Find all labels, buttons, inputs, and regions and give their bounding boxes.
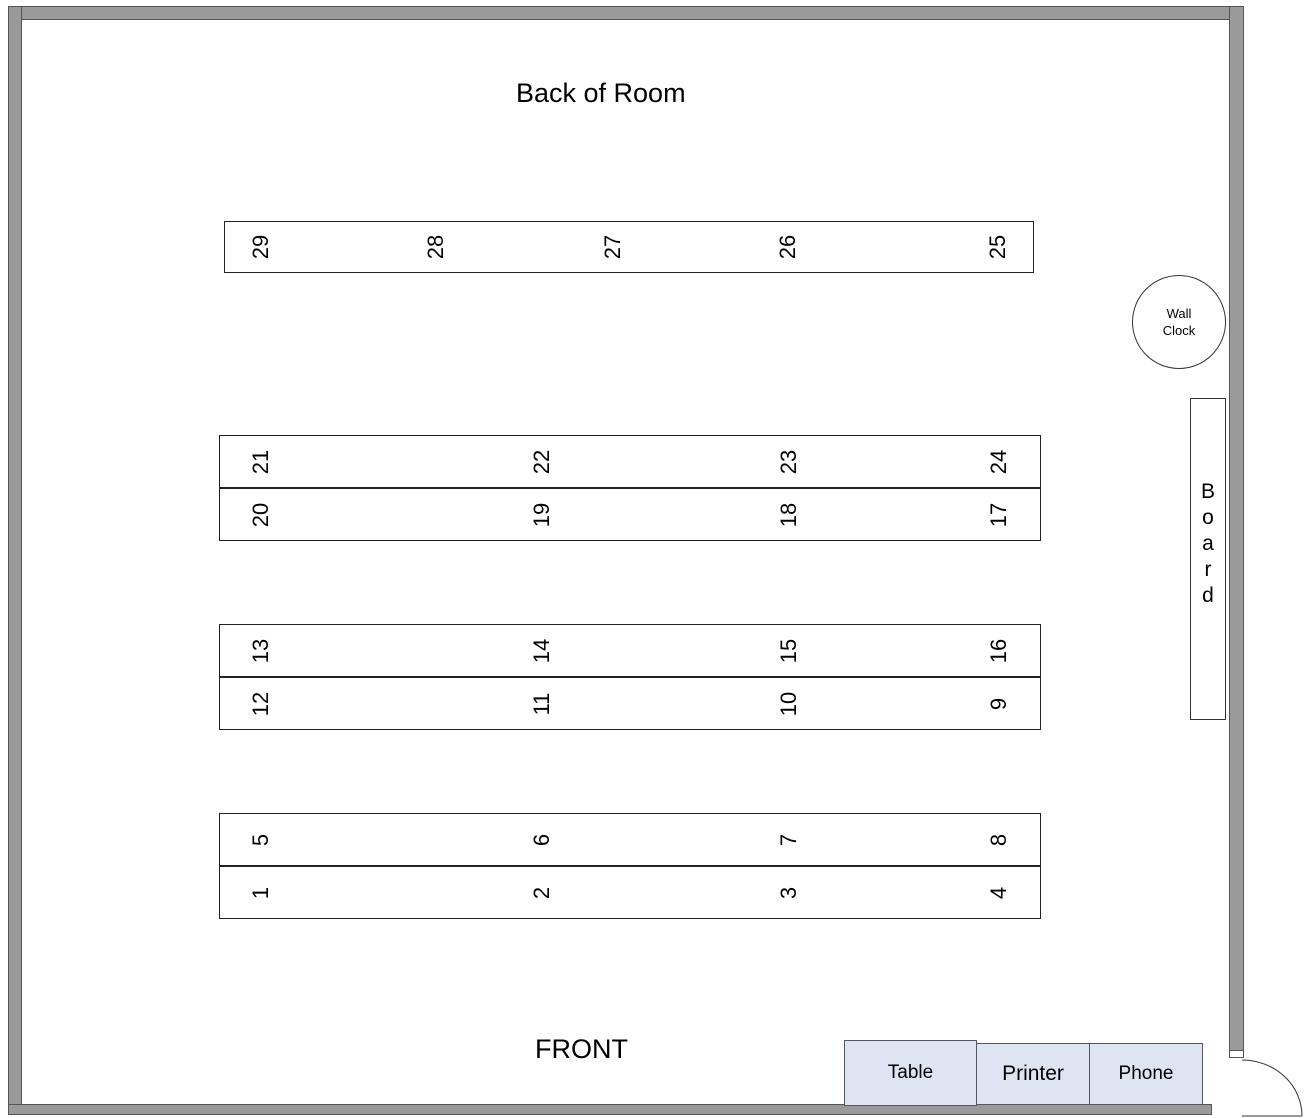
seat-14: 14 xyxy=(529,638,554,663)
seat-17: 17 xyxy=(986,502,1011,527)
table-row-1-back xyxy=(219,813,1041,866)
seat-10: 10 xyxy=(776,691,801,716)
seat-1: 1 xyxy=(248,886,273,899)
seat-20: 20 xyxy=(248,502,273,527)
seat-23: 23 xyxy=(776,449,801,474)
seat-6: 6 xyxy=(529,833,554,846)
board-label: B o a r d xyxy=(1200,480,1215,607)
board: B o a r d xyxy=(1190,398,1226,720)
seat-4: 4 xyxy=(986,886,1011,899)
seat-2: 2 xyxy=(529,886,554,899)
seat-16: 16 xyxy=(986,638,1011,663)
back-of-room-label: Back of Room xyxy=(516,78,686,108)
printer-furniture: Printer xyxy=(976,1043,1090,1105)
wall-right xyxy=(1229,6,1244,1056)
seat-8: 8 xyxy=(986,833,1011,846)
seat-22: 22 xyxy=(529,449,554,474)
wall-bottom xyxy=(8,1104,1212,1115)
seat-11: 11 xyxy=(529,692,554,715)
table-row-2-front xyxy=(219,677,1041,730)
seat-25: 25 xyxy=(985,234,1010,260)
front-label: FRONT xyxy=(535,1034,628,1064)
seat-9: 9 xyxy=(986,697,1011,710)
door-frame xyxy=(1229,1050,1244,1058)
seat-12: 12 xyxy=(248,691,273,716)
table-row-3-back xyxy=(219,435,1041,488)
wall-left xyxy=(8,6,22,1115)
wall-top xyxy=(8,6,1244,20)
seat-27: 27 xyxy=(600,234,625,260)
table-furniture: Table xyxy=(844,1040,977,1106)
seat-28: 28 xyxy=(423,234,448,260)
wall-clock: Wall Clock xyxy=(1132,275,1226,369)
seat-13: 13 xyxy=(248,638,273,663)
seat-29: 29 xyxy=(248,234,273,260)
seat-26: 26 xyxy=(775,234,800,260)
seat-21: 21 xyxy=(248,449,273,474)
door-swing-icon xyxy=(1241,1059,1303,1117)
seat-15: 15 xyxy=(776,638,801,663)
seat-19: 19 xyxy=(529,502,554,527)
table-row-1-front xyxy=(219,866,1041,919)
seat-18: 18 xyxy=(776,502,801,527)
seat-24: 24 xyxy=(986,449,1011,474)
table-row-2-back xyxy=(219,624,1041,677)
seat-7: 7 xyxy=(776,833,801,846)
table-row-3-front xyxy=(219,488,1041,541)
phone-furniture: Phone xyxy=(1089,1043,1203,1105)
seat-3: 3 xyxy=(776,886,801,899)
seat-5: 5 xyxy=(248,833,273,846)
table-row-back xyxy=(224,221,1034,273)
